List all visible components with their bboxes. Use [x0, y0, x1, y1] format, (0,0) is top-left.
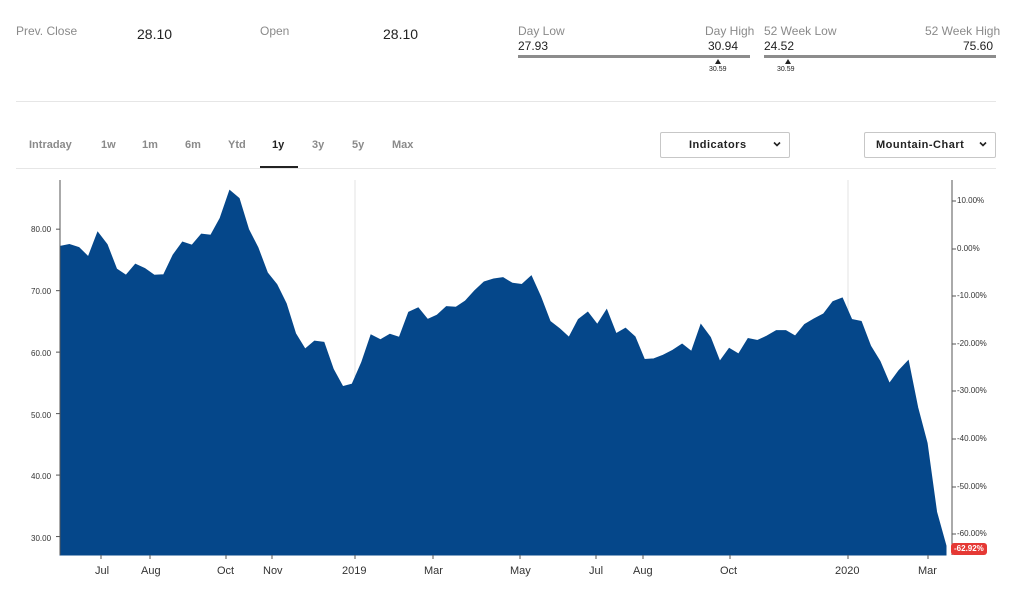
open-value: 28.10	[383, 26, 419, 42]
x-axis-label: 2020	[835, 565, 860, 577]
tab-3y[interactable]: 3y	[312, 139, 324, 151]
open-label: Open	[260, 24, 290, 38]
tab-1y[interactable]: 1y	[272, 139, 284, 151]
indicators-dropdown[interactable]: Indicators	[660, 132, 790, 158]
tab-ytd[interactable]: Ytd	[228, 139, 246, 151]
prev-close-value: 28.10	[137, 26, 173, 42]
day-range-bar	[518, 55, 750, 58]
day-range-marker-value: 30.59	[709, 66, 727, 73]
chart-type-dropdown-label: Mountain-Chart	[876, 139, 965, 151]
y-axis-left-label: 50.00	[31, 411, 52, 420]
chart-type-dropdown[interactable]: Mountain-Chart	[864, 132, 996, 158]
week52-high-label: 52 Week High	[925, 24, 1001, 38]
week52-high-value: 75.60	[963, 39, 994, 53]
y-axis-right-label: -30.00%	[957, 386, 987, 395]
tab-6m[interactable]: 6m	[185, 139, 201, 151]
indicators-dropdown-label: Indicators	[689, 139, 747, 151]
x-axis-label: Nov	[263, 565, 283, 577]
tab-5y[interactable]: 5y	[352, 139, 364, 151]
x-axis-label: Jul	[95, 565, 110, 577]
day-low-value: 27.93	[518, 39, 549, 53]
y-axis-right-label: -60.00%	[957, 529, 987, 538]
y-axis-right-label: -40.00%	[957, 434, 987, 443]
price-area-chart[interactable]	[0, 170, 1024, 560]
x-axis-label: Aug	[141, 565, 161, 577]
x-axis-label: Jul	[589, 565, 604, 577]
x-axis-label: Mar	[424, 565, 443, 577]
week52-range-marker-icon	[785, 59, 791, 64]
y-axis-left-label: 60.00	[31, 349, 52, 358]
chevron-down-icon	[773, 141, 781, 147]
week52-range-bar	[764, 55, 996, 58]
tab-intraday[interactable]: Intraday	[29, 139, 72, 151]
chevron-down-icon	[979, 141, 987, 147]
day-low-label: Day Low	[518, 24, 565, 38]
day-high-label: Day High	[705, 24, 755, 38]
y-axis-right-label: -50.00%	[957, 482, 987, 491]
y-axis-left-label: 40.00	[31, 472, 52, 481]
tab-1m[interactable]: 1m	[142, 139, 158, 151]
header-divider	[16, 101, 996, 102]
day-range-marker-icon	[715, 59, 721, 64]
y-axis-right-label: -10.00%	[957, 291, 987, 300]
week52-low-value: 24.52	[764, 39, 795, 53]
x-axis-label: May	[510, 565, 531, 577]
y-axis-left-label: 80.00	[31, 225, 52, 234]
x-axis-label: Oct	[217, 565, 235, 577]
x-axis-label: Aug	[633, 565, 653, 577]
x-axis-label: Oct	[720, 565, 738, 577]
day-high-value: 30.94	[708, 39, 739, 53]
x-axis-label: Mar	[918, 565, 937, 577]
prev-close-label: Prev. Close	[16, 24, 78, 38]
tabs-divider	[16, 168, 996, 169]
y-axis-right-label: 10.00%	[957, 196, 985, 205]
y-axis-left-label: 70.00	[31, 287, 52, 296]
week52-low-label: 52 Week Low	[764, 24, 837, 38]
price-area-series	[59, 189, 947, 556]
current-change-badge: -62.92%	[951, 543, 987, 555]
tab-1w[interactable]: 1w	[101, 139, 116, 151]
x-axis-label: 2019	[342, 565, 367, 577]
y-axis-right-label: -20.00%	[957, 339, 987, 348]
tab-max[interactable]: Max	[392, 139, 413, 151]
y-axis-right-label: 0.00%	[957, 244, 980, 253]
week52-range-marker-value: 30.59	[777, 66, 795, 73]
y-axis-left-label: 30.00	[31, 534, 52, 543]
